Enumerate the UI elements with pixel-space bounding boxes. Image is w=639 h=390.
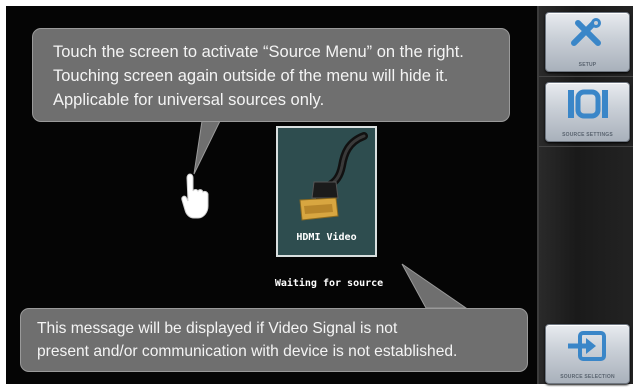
no-signal-hint-line-2: present and/or communication with device…: [37, 343, 458, 360]
sidebar-divider: [539, 146, 633, 147]
touch-hint-line-1: Touch the screen to activate “Source Men…: [53, 43, 464, 61]
sidebar-divider: [539, 76, 633, 77]
pointing-hand-icon: [181, 173, 209, 219]
touch-hint-line-3: Applicable for universal sources only.: [53, 91, 325, 109]
hdmi-cable-icon: [299, 132, 368, 221]
source-menu-sidebar: SETUP SOURCE SETTINGS SOURCE SELECTION: [537, 6, 633, 384]
setup-label: SETUP: [578, 62, 597, 68]
display-screen[interactable]: Touch the screen to activate “Source Men…: [6, 6, 633, 384]
touch-hint-callout: Touch the screen to activate “Source Men…: [32, 28, 510, 122]
video-area[interactable]: Touch the screen to activate “Source Men…: [6, 6, 537, 384]
touch-hint-line-2: Touching screen again outside of the men…: [53, 67, 449, 85]
bottom-callout-tail: [401, 263, 468, 309]
source-selection-label: SOURCE SELECTION: [560, 374, 615, 380]
top-callout-tail: [193, 120, 221, 175]
no-signal-hint-line-1: This message will be displayed if Video …: [37, 320, 398, 337]
input-arrow-icon: [567, 331, 606, 361]
source-selection-button[interactable]: SOURCE SELECTION: [545, 324, 630, 384]
hdmi-source-label: HDMI Video: [296, 232, 357, 243]
io-icon: [567, 89, 608, 119]
no-signal-hint-callout: This message will be displayed if Video …: [20, 308, 528, 372]
waiting-status-text: Waiting for source: [274, 278, 384, 289]
setup-button[interactable]: SETUP: [545, 12, 630, 72]
wrench-screwdriver-icon: [570, 18, 601, 46]
hdmi-source-tile[interactable]: HDMI Video: [276, 126, 377, 257]
source-settings-button[interactable]: SOURCE SETTINGS: [545, 82, 630, 142]
source-settings-label: SOURCE SETTINGS: [562, 132, 613, 138]
